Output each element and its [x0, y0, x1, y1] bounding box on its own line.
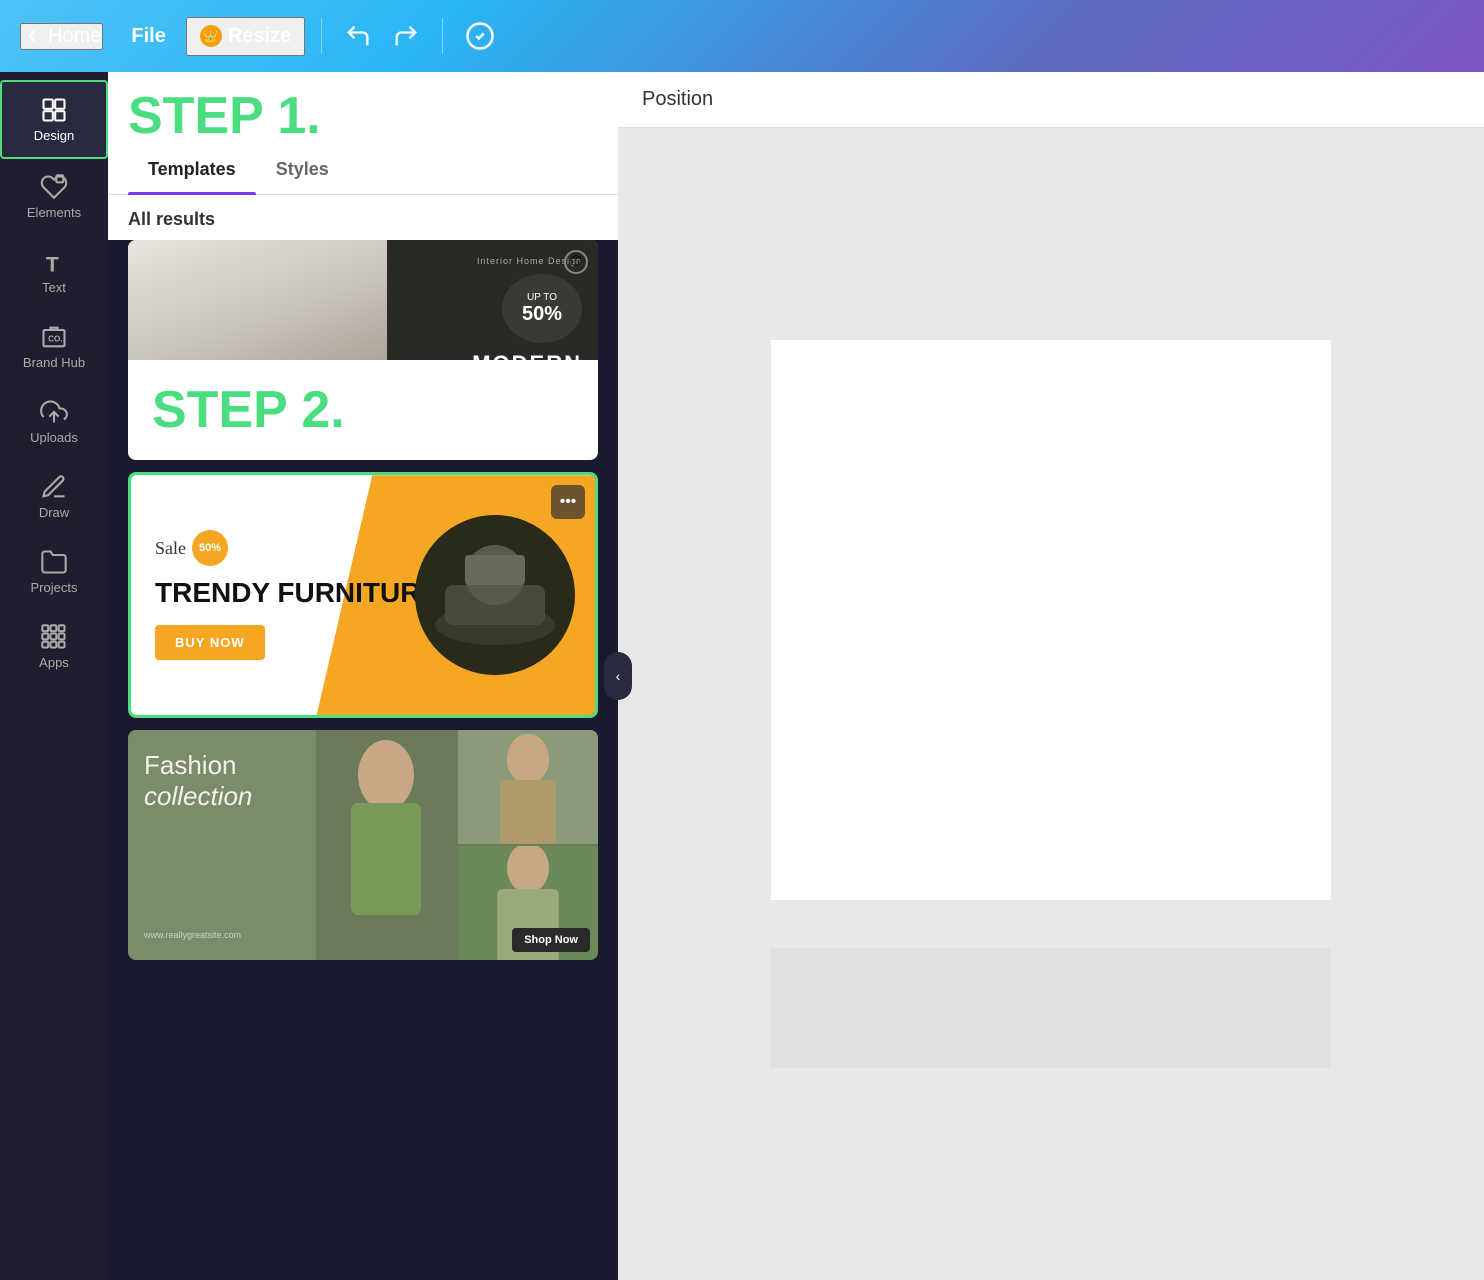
templates-list: ⏱ Interior Home Design UP TO 50% MODERN …	[108, 240, 618, 1280]
shop-now-label: Shop Now	[512, 928, 590, 952]
resize-button[interactable]: 👑 Resize	[186, 17, 305, 56]
collapse-panel-button[interactable]: ‹	[604, 652, 632, 700]
trendy-circle-image	[415, 515, 575, 675]
canvas-pages	[771, 340, 1331, 1068]
uploads-icon	[40, 398, 68, 426]
design-icon	[40, 96, 68, 124]
elements-icon	[40, 173, 68, 201]
trendy-card-content: Sale 50% TRENDY FURNITURE BUY NOW	[131, 475, 595, 715]
position-label: Position	[642, 88, 713, 111]
uploads-label: Uploads	[30, 430, 78, 445]
properties-bar: Position	[618, 72, 1484, 128]
up-to-pct: 50%	[522, 303, 562, 326]
step2-overlay: STEP 2.	[128, 360, 598, 460]
fashion-img-1	[316, 730, 456, 960]
sidebar-item-apps[interactable]: Apps	[0, 609, 108, 684]
undo-button[interactable]	[338, 16, 378, 56]
projects-label: Projects	[31, 580, 78, 595]
sidebar-item-design[interactable]: Design	[0, 80, 108, 159]
topbar: Home File 👑 Resize	[0, 0, 1484, 72]
tab-templates[interactable]: Templates	[128, 145, 256, 194]
text-icon: T	[40, 248, 68, 276]
step-header: STEP 1.	[108, 72, 618, 145]
draw-icon	[40, 473, 68, 501]
elements-label: Elements	[27, 205, 81, 220]
redo-button[interactable]	[386, 16, 426, 56]
sidebar-item-draw[interactable]: Draw	[0, 459, 108, 534]
fashion-title: Fashioncollection	[144, 750, 300, 812]
timer-icon: ⏱	[564, 250, 588, 274]
templates-panel: STEP 1. Templates Styles All results	[108, 72, 618, 1280]
up-to-badge: UP TO 50%	[502, 274, 582, 343]
file-button[interactable]: File	[119, 19, 177, 54]
buy-now-button[interactable]: BUY NOW	[155, 625, 265, 660]
canvas-gap	[771, 900, 1331, 924]
main-area: Design Elements T Text CO. Brand Hub	[0, 72, 1484, 1280]
brand-hub-label: Brand Hub	[23, 355, 85, 370]
separator-1	[321, 18, 322, 54]
canvas-page-bottom[interactable]	[771, 948, 1331, 1068]
more-options-button[interactable]: •••	[551, 485, 585, 519]
fashion-card-content: Fashioncollection www.reallygreatsite.co…	[128, 730, 598, 960]
panel-tabs: Templates Styles	[108, 145, 618, 195]
sidebar-item-elements[interactable]: Elements	[0, 159, 108, 234]
fashion-person2-svg	[458, 730, 598, 844]
canvas-content	[618, 128, 1484, 1280]
projects-icon	[40, 548, 68, 576]
draw-label: Draw	[39, 505, 69, 520]
sync-button[interactable]	[459, 15, 501, 57]
brand-hub-icon: CO.	[40, 323, 68, 351]
step1-title: STEP 1.	[128, 88, 598, 145]
separator-2	[442, 18, 443, 54]
svg-text:CO.: CO.	[48, 335, 63, 344]
design-label: Design	[34, 128, 74, 143]
text-label: Text	[42, 280, 66, 295]
sidebar-item-projects[interactable]: Projects	[0, 534, 108, 609]
sidebar-item-uploads[interactable]: Uploads	[0, 384, 108, 459]
canvas-area: Position ‹	[618, 72, 1484, 1280]
furniture-svg	[415, 515, 575, 675]
sidebar: Design Elements T Text CO. Brand Hub	[0, 72, 108, 1280]
fashion-person-svg	[316, 730, 456, 960]
fashion-img-3: Shop Now	[458, 846, 598, 960]
svg-text:T: T	[46, 253, 59, 276]
crown-icon: 👑	[200, 25, 222, 47]
home-back-button[interactable]: Home	[20, 23, 103, 50]
home-label: Home	[48, 25, 101, 48]
template-card-trendy-furniture[interactable]: Sale 50% TRENDY FURNITURE BUY NOW	[128, 472, 598, 718]
apps-icon	[40, 623, 68, 651]
sale-text: Sale	[155, 538, 186, 559]
up-to-text: UP TO	[527, 292, 557, 303]
fashion-url: www.reallygreatsite.com	[144, 930, 300, 940]
step2-title: STEP 2.	[152, 380, 345, 440]
canvas-page-main[interactable]	[771, 340, 1331, 900]
fashion-img-2	[458, 730, 598, 844]
fashion-left: Fashioncollection www.reallygreatsite.co…	[128, 730, 316, 960]
sale-pct: 50%	[192, 530, 228, 566]
all-results-label: All results	[108, 195, 618, 240]
fashion-right: Shop Now	[316, 730, 598, 960]
template-card-modern-decor[interactable]: ⏱ Interior Home Design UP TO 50% MODERN …	[128, 240, 598, 460]
resize-label: Resize	[228, 25, 291, 48]
apps-label: Apps	[39, 655, 69, 670]
sidebar-item-text[interactable]: T Text	[0, 234, 108, 309]
template-card-fashion[interactable]: Fashioncollection www.reallygreatsite.co…	[128, 730, 598, 960]
sidebar-item-brand-hub[interactable]: CO. Brand Hub	[0, 309, 108, 384]
tab-styles[interactable]: Styles	[256, 145, 349, 194]
